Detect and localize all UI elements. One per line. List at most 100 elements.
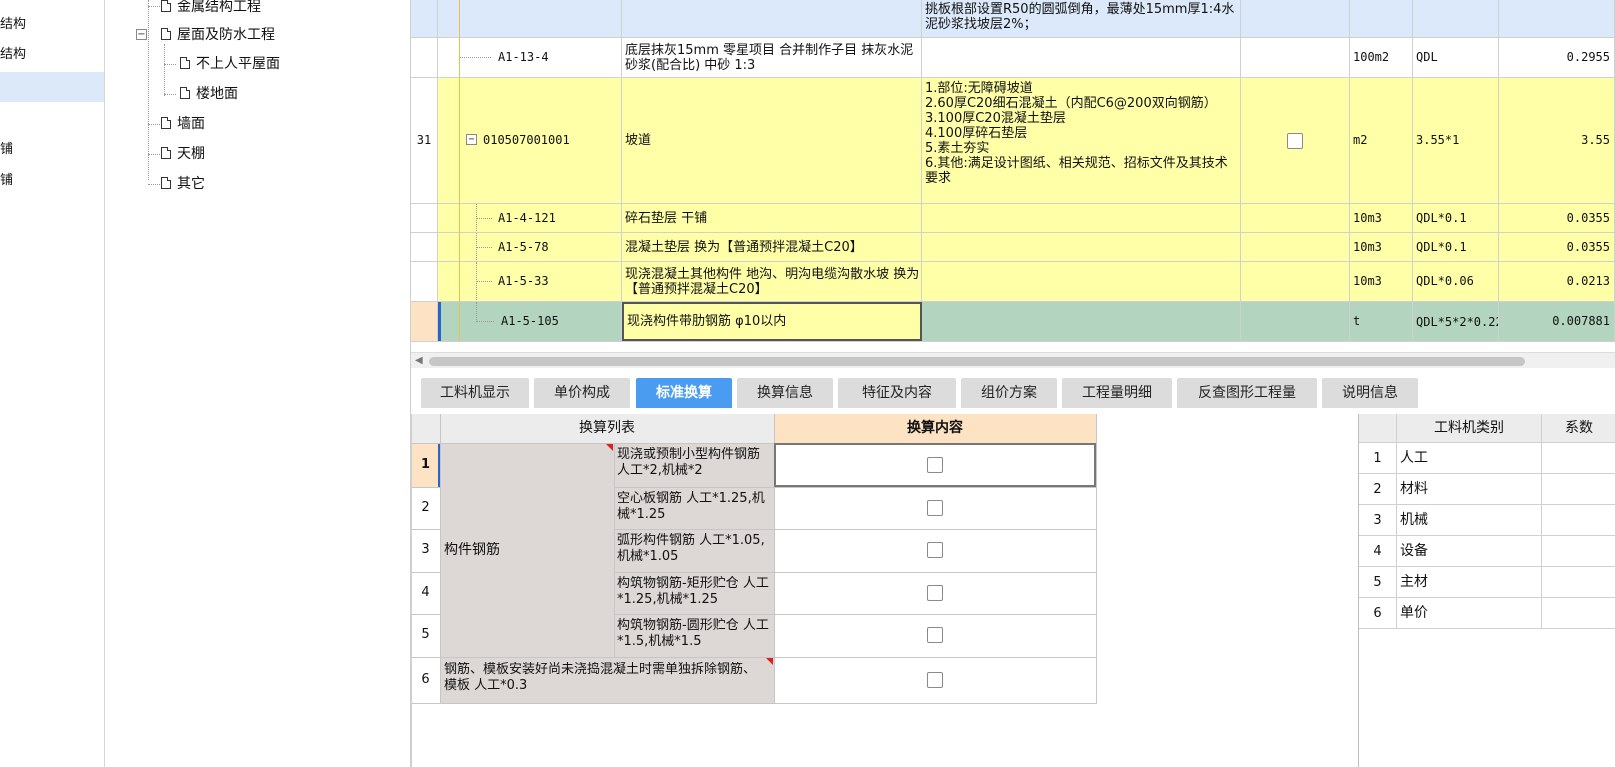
- tab-description[interactable]: 说明信息: [1322, 378, 1418, 408]
- conversion-item-text[interactable]: 钢筋、模板安装好尚未浇捣混凝土时需单独拆除钢筋、模板 人工*0.3: [444, 662, 762, 698]
- conversion-item-text[interactable]: 弧形构件钢筋 人工*1.05,机械*1.05: [617, 533, 771, 569]
- code-cell[interactable]: A1-5-105: [438, 302, 622, 341]
- category-cell[interactable]: 材料: [1397, 474, 1542, 505]
- table-row[interactable]: 31 − 010507001001 坡道 1.部位:无障碍坡道 2.60厚C20…: [411, 78, 1615, 204]
- factor-cell[interactable]: [1542, 567, 1615, 598]
- tree-node-roof-waterproof[interactable]: 屋面及防水工程: [161, 23, 275, 47]
- table-row[interactable]: 2 材料: [1359, 474, 1615, 505]
- conversion-checkbox[interactable]: [927, 672, 943, 688]
- horizontal-scrollbar[interactable]: ◀: [411, 352, 1615, 368]
- tree-node-other[interactable]: 其它: [161, 172, 205, 196]
- tree-node-floor[interactable]: 楼地面: [180, 82, 238, 106]
- conversion-checkbox[interactable]: [927, 585, 943, 601]
- left-item-structure-2[interactable]: 结构: [0, 40, 104, 70]
- tree-node-wall[interactable]: 墙面: [161, 112, 205, 136]
- checkbox[interactable]: [1287, 132, 1303, 149]
- unit-cell[interactable]: 10m3: [1350, 233, 1413, 261]
- table-row[interactable]: A1-5-33 现浇混凝土其他构件 地沟、明沟电缆沟散水坡 换为【普通预拌混凝土…: [411, 262, 1615, 302]
- name-cell[interactable]: 混凝土垫层 换为【普通预拌混凝土C20】: [622, 233, 922, 261]
- tab-reverse-lookup[interactable]: 反查图形工程量: [1177, 378, 1317, 408]
- expr-cell[interactable]: QDL*0.1: [1413, 204, 1499, 232]
- category-cell[interactable]: 设备: [1397, 536, 1542, 567]
- name-cell[interactable]: 现浇构件带肋钢筋 φ10以内: [622, 302, 922, 341]
- code-cell[interactable]: A1-4-121: [438, 204, 622, 232]
- factor-cell[interactable]: [1542, 443, 1615, 474]
- tab-standard-conversion[interactable]: 标准换算: [636, 378, 732, 408]
- qty-cell[interactable]: 3.55: [1499, 78, 1615, 203]
- left-item-pave-2[interactable]: 铺: [0, 166, 104, 196]
- scroll-left-arrow-icon[interactable]: ◀: [415, 355, 423, 366]
- name-cell[interactable]: 底层抹灰15mm 零星项目 合并制作子目 抹灰水泥砂浆(配合比) 中砂 1:3: [622, 38, 922, 77]
- name-cell[interactable]: 碎石垫层 干铺: [622, 204, 922, 232]
- unit-cell[interactable]: 10m3: [1350, 204, 1413, 232]
- table-row[interactable]: A1-5-78 混凝土垫层 换为【普通预拌混凝土C20】 10m3 QDL*0.…: [411, 233, 1615, 262]
- feature-cell[interactable]: [922, 38, 1241, 77]
- code-cell[interactable]: A1-5-33: [438, 262, 622, 301]
- code-cell[interactable]: − 010507001001: [438, 78, 622, 203]
- table-row[interactable]: 5 主材: [1359, 567, 1615, 598]
- factor-cell[interactable]: [1542, 598, 1615, 629]
- expr-cell[interactable]: QDL*0.1: [1413, 233, 1499, 261]
- tab-features[interactable]: 特征及内容: [838, 378, 956, 408]
- left-item-selected[interactable]: [0, 72, 104, 102]
- tree-node-metal-structure[interactable]: 金属结构工程: [161, 0, 261, 19]
- table-row[interactable]: A1-4-121 碎石垫层 干铺 10m3 QDL*0.1 0.0355: [411, 204, 1615, 233]
- scrollbar-thumb[interactable]: [429, 357, 1525, 366]
- qty-cell[interactable]: 0.2955: [1499, 38, 1615, 77]
- name-cell[interactable]: 坡道: [622, 78, 922, 203]
- conversion-item-text[interactable]: 构筑物钢筋-圆形贮仓 人工*1.5,机械*1.5: [617, 618, 771, 654]
- qty-cell[interactable]: 0.0213: [1499, 262, 1615, 301]
- conversion-item-text[interactable]: 现浇或预制小型构件钢筋 人工*2,机械*2: [617, 447, 771, 483]
- expr-cell[interactable]: QDL*5*2*0.222/1000: [1413, 302, 1499, 341]
- table-row[interactable]: 6 单价: [1359, 598, 1615, 629]
- conversion-checkbox[interactable]: [927, 627, 943, 643]
- table-row[interactable]: 1 人工: [1359, 443, 1615, 474]
- factor-cell[interactable]: [1542, 474, 1615, 505]
- bill-item-grid: 挑板根部设置R50的圆弧倒角，最薄处15mm厚1:4水泥砂浆找坡层2%； A1-…: [411, 0, 1615, 348]
- feature-cell[interactable]: 挑板根部设置R50的圆弧倒角，最薄处15mm厚1:4水泥砂浆找坡层2%；: [922, 0, 1241, 37]
- category-cell[interactable]: 人工: [1397, 443, 1542, 474]
- unit-cell[interactable]: m2: [1350, 78, 1413, 203]
- tree-node-flat-roof[interactable]: 不上人平屋面: [180, 52, 280, 76]
- tab-conversion-info[interactable]: 换算信息: [737, 378, 833, 408]
- collapse-toggle-icon[interactable]: −: [136, 29, 147, 40]
- factor-cell[interactable]: [1542, 505, 1615, 536]
- expr-cell[interactable]: QDL: [1413, 38, 1499, 77]
- category-cell[interactable]: 单价: [1397, 598, 1542, 629]
- category-cell[interactable]: 机械: [1397, 505, 1542, 536]
- factor-cell[interactable]: [1542, 536, 1615, 567]
- table-row[interactable]: A1-13-4 底层抹灰15mm 零星项目 合并制作子目 抹灰水泥砂浆(配合比)…: [411, 38, 1615, 78]
- category-cell[interactable]: 主材: [1397, 567, 1542, 598]
- table-row[interactable]: 3 机械: [1359, 505, 1615, 536]
- name-cell[interactable]: 现浇混凝土其他构件 地沟、明沟电缆沟散水坡 换为【普通预拌混凝土C20】: [622, 262, 922, 301]
- qty-cell[interactable]: 0.0355: [1499, 233, 1615, 261]
- conversion-checkbox[interactable]: [927, 457, 943, 473]
- conversion-item-text[interactable]: 空心板钢筋 人工*1.25,机械*1.25: [617, 491, 771, 527]
- code-cell[interactable]: A1-13-4: [438, 38, 622, 77]
- code-cell[interactable]: A1-5-78: [438, 233, 622, 261]
- conversion-checkbox[interactable]: [927, 500, 943, 516]
- qty-cell[interactable]: 0.0355: [1499, 204, 1615, 232]
- table-row-selected[interactable]: A1-5-105 现浇构件带肋钢筋 φ10以内 t QDL*5*2*0.222/…: [411, 302, 1615, 342]
- conversion-table: 换算列表 换算内容 1 2 3 4 5 6 构件钢筋 现浇或预制小型构件钢筋 人…: [411, 414, 1101, 704]
- collapse-toggle-icon[interactable]: −: [466, 134, 477, 145]
- tab-quantity-detail[interactable]: 工程量明细: [1062, 378, 1172, 408]
- table-row[interactable]: 4 设备: [1359, 536, 1615, 567]
- qty-cell[interactable]: 0.007881: [1499, 302, 1615, 341]
- conversion-checkbox[interactable]: [927, 542, 943, 558]
- left-item-pave-1[interactable]: 铺: [0, 135, 104, 165]
- tab-unit-price[interactable]: 单价构成: [534, 378, 630, 408]
- expr-cell[interactable]: QDL*0.06: [1413, 262, 1499, 301]
- conversion-item-text[interactable]: 构筑物钢筋-矩形贮仓 人工*1.25,机械*1.25: [617, 576, 771, 612]
- tab-labor-material-machine[interactable]: 工料机显示: [421, 378, 529, 408]
- table-row[interactable]: 挑板根部设置R50的圆弧倒角，最薄处15mm厚1:4水泥砂浆找坡层2%；: [411, 0, 1615, 38]
- unit-cell[interactable]: 10m3: [1350, 262, 1413, 301]
- unit-cell[interactable]: t: [1350, 302, 1413, 341]
- tree-node-ceiling[interactable]: 天棚: [161, 142, 205, 166]
- feature-cell[interactable]: 1.部位:无障碍坡道 2.60厚C20细石混凝土（内配C6@200双向钢筋） 3…: [922, 78, 1241, 203]
- tab-pricing-plan[interactable]: 组价方案: [961, 378, 1057, 408]
- unit-cell[interactable]: 100m2: [1350, 38, 1413, 77]
- left-item-partial[interactable]: ...: [0, 0, 104, 10]
- left-item-structure-1[interactable]: 结构: [0, 10, 104, 40]
- expr-cell[interactable]: 3.55*1: [1413, 78, 1499, 203]
